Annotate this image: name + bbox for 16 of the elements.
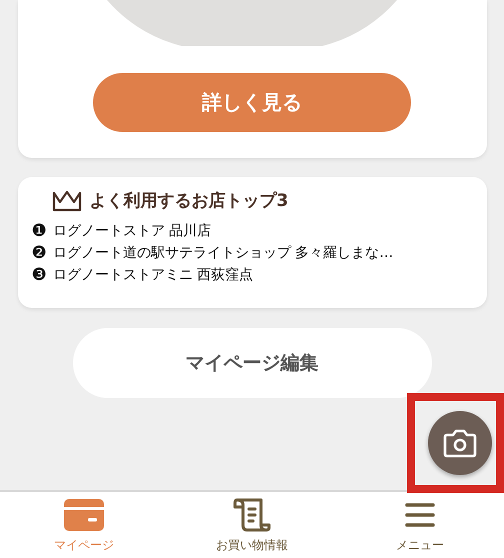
camera-icon [443,428,477,458]
store-name: ログノートストア 品川店 [52,222,212,240]
rank-number: ❸ [32,265,47,285]
camera-button[interactable] [428,411,492,475]
card-icon [64,498,104,530]
rank-number: ❶ [32,221,47,241]
nav-tab[interactable]: メニュー [336,492,504,558]
crown-icon [52,190,82,212]
nav-tab[interactable]: お買い物情報 [168,492,336,558]
store-name: ログノートストアミニ 西荻窪点 [52,266,254,284]
section-title: よく利用するお店トップ3 [90,190,288,212]
store-name: ログノート道の駅サテライトショップ 多々羅しまな… [52,244,394,262]
edit-mypage-button[interactable]: マイページ編集 [72,328,432,398]
menu-icon [405,502,435,528]
scroll-icon [233,496,271,532]
rank-number: ❷ [32,243,47,263]
